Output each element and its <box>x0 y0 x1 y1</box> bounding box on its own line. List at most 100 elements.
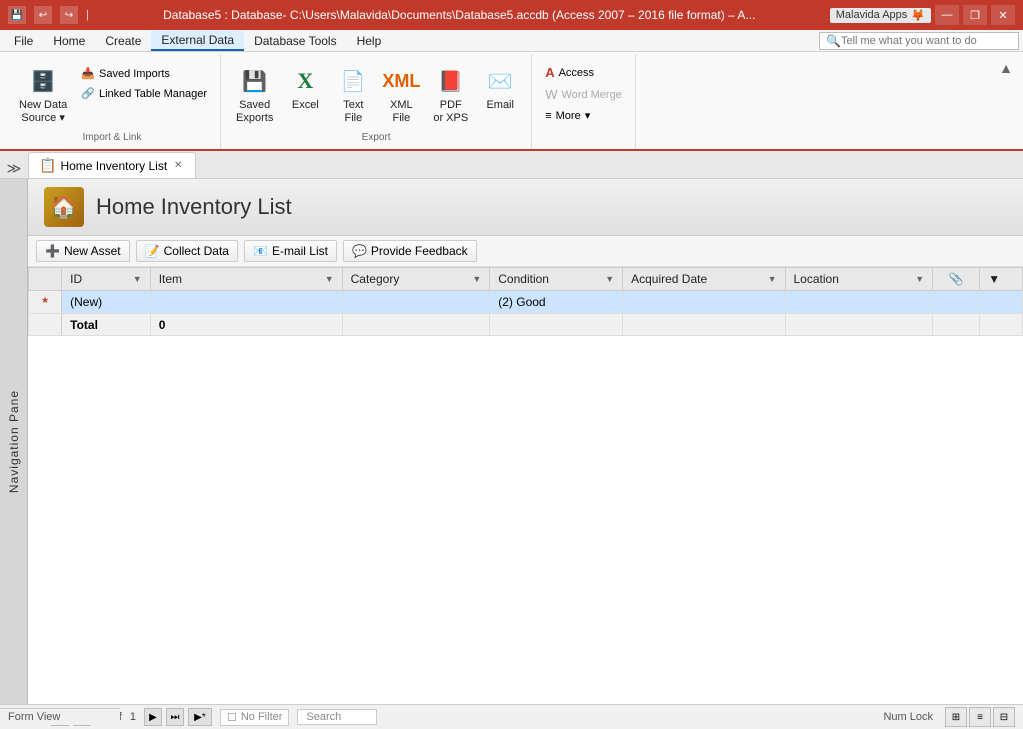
form-view-btn[interactable]: ⊞ <box>945 707 967 727</box>
menu-home[interactable]: Home <box>43 32 95 50</box>
email-label: Email <box>486 99 514 112</box>
more-label: More <box>556 110 581 122</box>
total-row-id: Total <box>62 314 151 336</box>
new-row-acquired[interactable] <box>623 291 785 314</box>
ribbon-collapse-btn[interactable]: ▲ <box>993 58 1019 78</box>
collect-data-label: Collect Data <box>164 244 229 258</box>
pdf-xps-label: PDFor XPS <box>433 99 468 125</box>
col-id-header[interactable]: ID ▼ <box>62 268 151 291</box>
id-sort-icon: ▼ <box>133 274 142 284</box>
filter-indicator[interactable]: ☐ No Filter <box>220 709 289 726</box>
word-merge-button: W Word Merge <box>540 84 627 105</box>
email-list-button[interactable]: 📧 E-mail List <box>244 240 337 262</box>
new-row-item[interactable] <box>150 291 342 314</box>
total-row-condition <box>490 314 623 336</box>
total-records-display: 1 <box>126 711 140 723</box>
col-acquired-header[interactable]: Acquired Date ▼ <box>623 268 785 291</box>
menu-external-data[interactable]: External Data <box>151 31 244 51</box>
excel-label: Excel <box>292 99 319 112</box>
email-list-label: E-mail List <box>272 244 328 258</box>
new-row-category[interactable] <box>342 291 490 314</box>
ribbon-search-box[interactable]: 🔍 <box>819 32 1019 50</box>
col-location-header[interactable]: Location ▼ <box>785 268 933 291</box>
undo-btn[interactable]: ↩ <box>34 6 52 24</box>
pdf-xps-button[interactable]: 📕 PDFor XPS <box>426 60 475 130</box>
new-row-condition[interactable]: (2) Good <box>490 291 623 314</box>
provide-feedback-label: Provide Feedback <box>371 244 468 258</box>
view-icons: ⊞ ≡ ⊟ <box>945 707 1015 727</box>
new-data-source-icon: 🗄️ <box>27 65 59 97</box>
collect-data-button[interactable]: 📝 Collect Data <box>136 240 238 262</box>
navigation-pane[interactable]: Navigation Pane <box>0 179 28 704</box>
col-category-header[interactable]: Category ▼ <box>342 268 490 291</box>
quick-save-btn[interactable]: 💾 <box>8 6 26 24</box>
excel-button[interactable]: X Excel <box>282 60 328 117</box>
main-area: Navigation Pane 🏠 Home Inventory List ➕ … <box>0 179 1023 704</box>
saved-exports-button[interactable]: 💾 SavedExports <box>229 60 280 130</box>
total-row-acquired <box>623 314 785 336</box>
status-bar: Record: ⏮ ◀ 1 of 1 ▶ ⏭ ▶* ☐ No Filter Se… <box>0 704 1023 729</box>
saved-exports-icon: 💾 <box>239 65 271 97</box>
title-bar-title: Database5 : Database- C:\Users\Malavida\… <box>89 8 830 22</box>
minimize-btn[interactable]: — <box>935 5 959 25</box>
status-bar-right: Num Lock ⊞ ≡ ⊟ <box>883 707 1015 727</box>
new-asset-button[interactable]: ➕ New Asset <box>36 240 130 262</box>
import-link-stacked: 📥 Saved Imports 🔗 Linked Table Manager <box>76 60 212 103</box>
ribbon-group-export: 💾 SavedExports X Excel 📄 TextFile XML XM… <box>221 54 532 149</box>
col-extra-header[interactable]: ▼ <box>980 268 1023 291</box>
new-row-attachment <box>933 291 980 314</box>
col-condition-header[interactable]: Condition ▼ <box>490 268 623 291</box>
new-data-source-label: New DataSource ▾ <box>19 99 67 125</box>
maximize-btn[interactable]: ❐ <box>963 5 987 25</box>
email-button[interactable]: ✉️ Email <box>477 60 523 117</box>
new-asset-icon: ➕ <box>45 244 60 258</box>
new-record-btn[interactable]: ▶* <box>188 708 212 726</box>
xml-file-button[interactable]: XML XMLFile <box>378 60 424 130</box>
tab-home-inventory[interactable]: 📋 Home Inventory List ✕ <box>28 152 196 178</box>
word-merge-label: Word Merge <box>561 89 621 101</box>
new-row-location[interactable] <box>785 291 933 314</box>
menu-create[interactable]: Create <box>95 32 151 50</box>
total-row-category <box>342 314 490 336</box>
menu-file[interactable]: File <box>4 32 43 50</box>
tab-close-btn[interactable]: ✕ <box>171 159 185 173</box>
total-row-extra <box>980 314 1023 336</box>
menu-database-tools[interactable]: Database Tools <box>244 32 347 50</box>
form-view-label: Form View <box>0 708 120 725</box>
last-record-btn[interactable]: ⏭ <box>166 708 184 726</box>
layout-view-btn[interactable]: ⊟ <box>993 707 1015 727</box>
ribbon: 🗄️ New DataSource ▾ 📥 Saved Imports 🔗 Li… <box>0 52 1023 151</box>
form-header: 🏠 Home Inventory List <box>28 179 1023 236</box>
access-label: Access <box>559 67 594 79</box>
new-data-source-button[interactable]: 🗄️ New DataSource ▾ <box>12 60 74 130</box>
new-row-id[interactable]: (New) <box>62 291 151 314</box>
ribbon-search-input[interactable] <box>841 35 1012 47</box>
new-asset-label: New Asset <box>64 244 121 258</box>
tab-label: Home Inventory List <box>60 159 167 173</box>
provide-feedback-button[interactable]: 💬 Provide Feedback <box>343 240 477 262</box>
menu-help[interactable]: Help <box>347 32 392 50</box>
search-status-input[interactable]: Search <box>297 709 377 725</box>
collect-data-icon: 📝 <box>145 244 160 258</box>
new-row-extra <box>980 291 1023 314</box>
datasheet-view-btn[interactable]: ≡ <box>969 707 991 727</box>
nav-pane-toggle-btn[interactable]: ≫ <box>4 158 24 178</box>
category-sort-icon: ▼ <box>472 274 481 284</box>
linked-table-icon: 🔗 <box>81 87 95 100</box>
more-button[interactable]: ≡ More ▾ <box>540 106 627 125</box>
xml-file-label: XMLFile <box>390 99 413 125</box>
ribbon-import-buttons: 🗄️ New DataSource ▾ 📥 Saved Imports 🔗 Li… <box>12 58 212 130</box>
redo-btn[interactable]: ↪ <box>60 6 78 24</box>
close-btn[interactable]: ✕ <box>991 5 1015 25</box>
total-row-selector <box>29 314 62 336</box>
col-item-header[interactable]: Item ▼ <box>150 268 342 291</box>
linked-table-manager-button[interactable]: 🔗 Linked Table Manager <box>76 84 212 103</box>
text-file-button[interactable]: 📄 TextFile <box>330 60 376 130</box>
access-button[interactable]: A Access <box>540 62 627 83</box>
more-icon: ≡ <box>545 110 551 122</box>
next-record-btn[interactable]: ▶ <box>144 708 162 726</box>
pdf-icon: 📕 <box>435 65 467 97</box>
saved-imports-button[interactable]: 📥 Saved Imports <box>76 64 212 83</box>
table-row-total: Total 0 <box>29 314 1023 336</box>
condition-sort-icon: ▼ <box>605 274 614 284</box>
